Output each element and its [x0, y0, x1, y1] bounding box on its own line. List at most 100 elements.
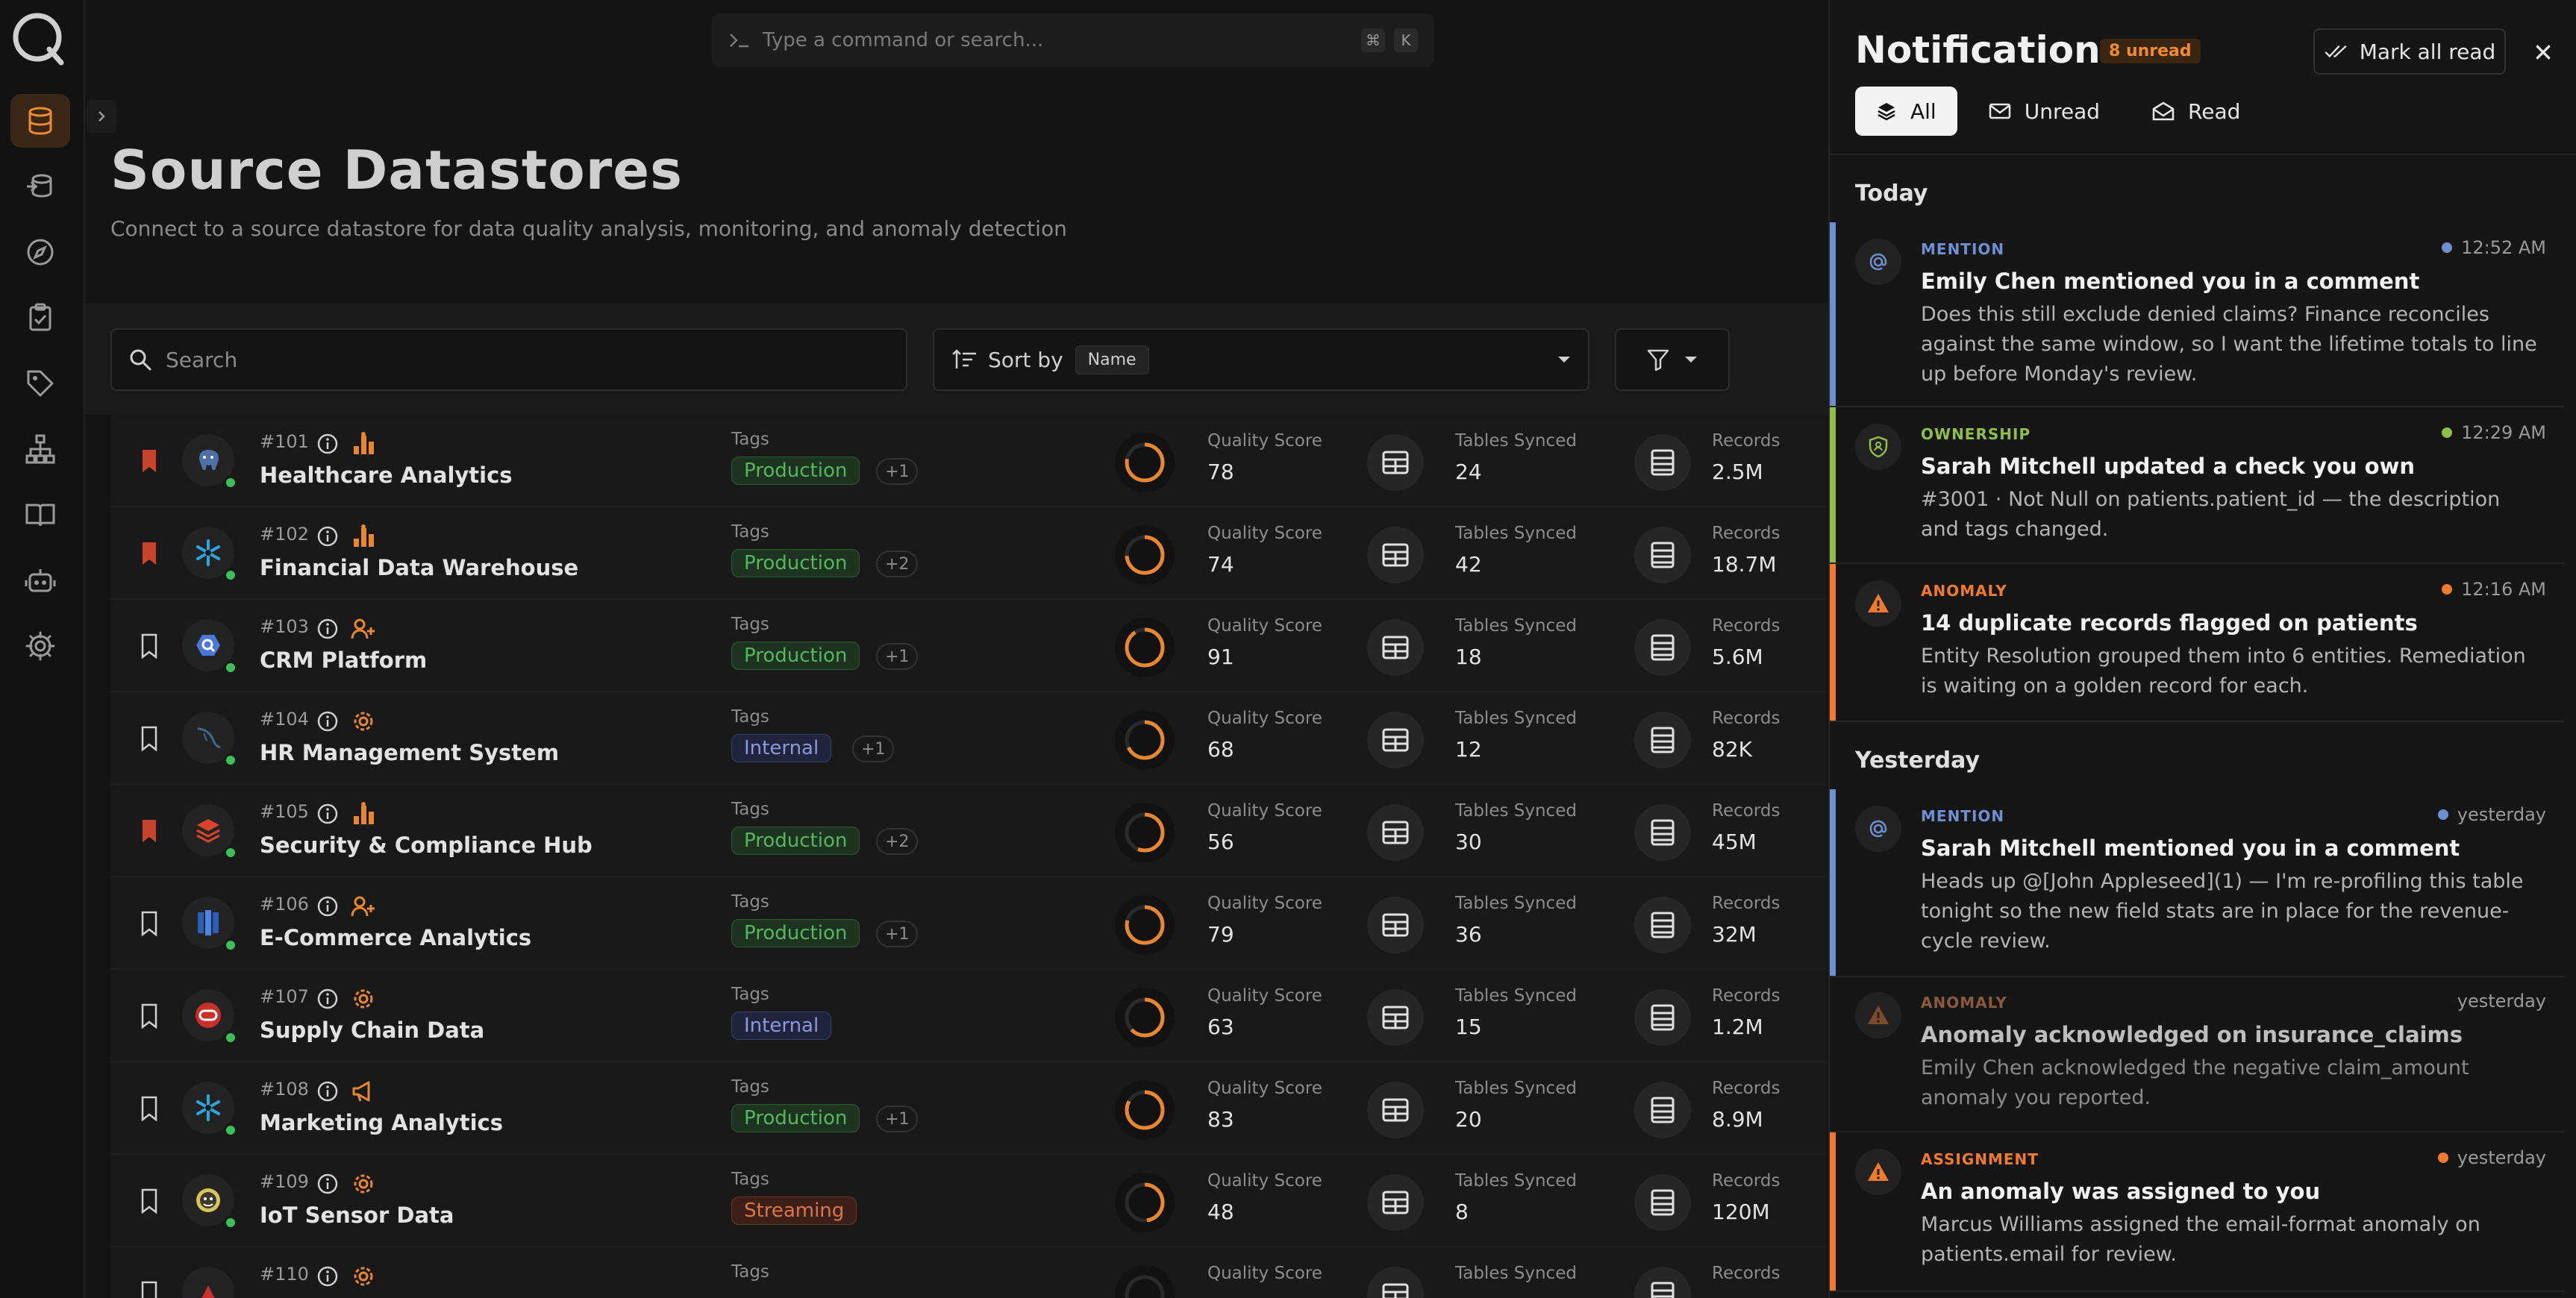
more-tags-badge[interactable]: +2 — [876, 551, 919, 577]
table-icon — [1367, 989, 1424, 1046]
info-icon[interactable] — [316, 710, 339, 733]
info-icon[interactable] — [316, 988, 339, 1010]
tables-synced-label: Tables Synced — [1455, 986, 1577, 1006]
nav-library-icon[interactable] — [10, 488, 70, 542]
bookmark-icon[interactable] — [137, 446, 161, 476]
bookmark-icon[interactable] — [137, 1186, 161, 1216]
tag-badge[interactable]: Production — [731, 1104, 860, 1132]
tables-synced-value: 8 — [1455, 1200, 1469, 1224]
more-tags-badge[interactable]: +1 — [876, 921, 919, 947]
bookmark-icon[interactable] — [137, 1279, 161, 1298]
tag-badge[interactable]: Internal — [731, 734, 832, 762]
bookmark-icon[interactable] — [137, 1001, 161, 1031]
status-online-dot — [224, 846, 237, 859]
datastore-name[interactable]: Marketing Analytics — [260, 1110, 503, 1135]
datastore-name[interactable]: CRM Platform — [260, 648, 427, 673]
datastore-row[interactable]: #102 Financial Data Warehouse Tags Produ… — [110, 507, 1827, 600]
datastore-name[interactable]: Security & Compliance Hub — [260, 833, 593, 858]
notification-category: MENTION — [1921, 240, 2005, 258]
chart-icon — [351, 431, 376, 457]
app-logo[interactable] — [10, 10, 66, 66]
expand-sidebar-button[interactable] — [87, 100, 116, 133]
nav-checks-icon[interactable] — [10, 291, 70, 345]
bookmark-icon[interactable] — [137, 1094, 161, 1123]
more-tags-badge[interactable]: +2 — [876, 828, 919, 855]
datastore-row[interactable]: #105 Security & Compliance Hub Tags Prod… — [110, 785, 1827, 877]
datastore-name[interactable]: HR Management System — [260, 740, 559, 765]
more-tags-badge[interactable]: +1 — [876, 643, 919, 670]
bookmark-icon[interactable] — [137, 724, 161, 753]
command-search-bar[interactable]: Type a command or search... ⌘ K — [712, 13, 1434, 67]
more-tags-badge[interactable]: +1 — [852, 736, 895, 762]
terminal-icon — [730, 34, 748, 48]
gear-icon — [351, 709, 376, 734]
notification-item[interactable]: MENTION yesterday Sarah Mitchell mention… — [1830, 789, 2564, 977]
info-icon[interactable] — [316, 525, 339, 548]
tags-label: Tags — [731, 1262, 769, 1282]
unread-dot — [2442, 427, 2453, 438]
info-icon[interactable] — [316, 433, 339, 455]
nav-lineage-icon[interactable] — [10, 422, 70, 476]
nav-agent-icon[interactable] — [10, 554, 70, 607]
close-panel-button[interactable] — [2530, 39, 2557, 66]
datastore-row[interactable]: #108 Marketing Analytics Tags Production… — [110, 1062, 1827, 1155]
nav-enrichment-icon[interactable] — [10, 160, 70, 213]
bookmark-icon[interactable] — [137, 909, 161, 938]
filter-button[interactable] — [1615, 328, 1730, 391]
table-icon — [1367, 434, 1424, 491]
sort-dropdown[interactable]: Sort by Name — [933, 328, 1589, 391]
datastore-row[interactable]: #106 E-Commerce Analytics Tags Productio… — [110, 877, 1827, 970]
tab-read[interactable]: Read — [2131, 87, 2261, 136]
search-input[interactable]: Search — [110, 328, 907, 391]
more-tags-badge[interactable]: +1 — [876, 1106, 919, 1132]
datastore-name[interactable]: Financial Data Warehouse — [260, 555, 578, 580]
quality-score-ring — [1115, 525, 1175, 585]
info-icon[interactable] — [316, 1173, 339, 1195]
tag-badge[interactable]: Production — [731, 827, 860, 855]
info-icon[interactable] — [316, 895, 339, 918]
tab-all[interactable]: All — [1855, 87, 1957, 136]
datastore-name[interactable]: Healthcare Analytics — [260, 463, 513, 488]
nav-explore-icon[interactable] — [10, 225, 70, 279]
notification-time: 12:16 AM — [2442, 579, 2546, 600]
datastore-row[interactable]: #104 HR Management System Tags Internal … — [110, 692, 1827, 785]
notification-item[interactable]: ASSIGNMENT yesterday An anomaly was assi… — [1830, 1132, 2564, 1292]
datastore-id: #103 — [260, 616, 309, 637]
tag-badge[interactable]: Production — [731, 642, 860, 670]
notification-body: Heads up @[John Appleseed](1) — I'm re-p… — [1921, 870, 2524, 953]
datastore-name[interactable]: E-Commerce Analytics — [260, 925, 531, 950]
tag-badge[interactable]: Production — [731, 549, 860, 577]
nav-settings-icon[interactable] — [10, 619, 70, 673]
datastore-row[interactable]: #103 CRM Platform Tags Production +1 Qua… — [110, 600, 1827, 692]
more-tags-badge[interactable]: +1 — [876, 458, 919, 485]
tag-badge[interactable]: Streaming — [731, 1197, 857, 1225]
bookmark-icon[interactable] — [137, 816, 161, 846]
unread-dot — [2437, 1153, 2448, 1163]
bookmark-icon[interactable] — [137, 631, 161, 661]
tag-badge[interactable]: Production — [731, 919, 860, 947]
datastore-row[interactable]: #107 Supply Chain Data Tags Internal Qua… — [110, 970, 1827, 1062]
tab-unread[interactable]: Unread — [1968, 87, 2121, 136]
tag-badge[interactable]: Internal — [731, 1012, 832, 1040]
mark-all-read-button[interactable]: Mark all read — [2313, 28, 2506, 75]
notification-feed[interactable]: Today Yesterday MENTION 12:52 AM Emily C… — [1830, 155, 2564, 1298]
notification-item[interactable]: OWNERSHIP 12:29 AM Sarah Mitchell update… — [1830, 407, 2564, 564]
nav-datastores-icon[interactable] — [10, 94, 70, 148]
tag-badge[interactable]: Production — [731, 457, 860, 485]
info-icon[interactable] — [316, 803, 339, 825]
generic-icon — [182, 1267, 234, 1298]
notification-item[interactable]: ANOMALY yesterday Anomaly acknowledged o… — [1830, 976, 2564, 1132]
datastore-row[interactable]: #101 Healthcare Analytics Tags Productio… — [110, 415, 1827, 507]
quality-score-value: 78 — [1207, 460, 1234, 484]
datastore-name[interactable]: IoT Sensor Data — [260, 1203, 454, 1228]
bookmark-icon[interactable] — [137, 539, 161, 568]
datastore-name[interactable]: Supply Chain Data — [260, 1018, 484, 1043]
notification-item[interactable]: ANOMALY 12:16 AM 14 duplicate records fl… — [1830, 564, 2564, 722]
info-icon[interactable] — [316, 1265, 339, 1288]
info-icon[interactable] — [316, 1080, 339, 1103]
nav-tags-icon[interactable] — [10, 357, 70, 410]
notification-item[interactable]: MENTION 12:52 AM Emily Chen mentioned yo… — [1830, 222, 2564, 407]
datastore-row[interactable]: #110 Tags Quality Score Tables Synced Re… — [110, 1247, 1827, 1298]
datastore-row[interactable]: #109 IoT Sensor Data Tags Streaming Qual… — [110, 1155, 1827, 1247]
info-icon[interactable] — [316, 618, 339, 640]
